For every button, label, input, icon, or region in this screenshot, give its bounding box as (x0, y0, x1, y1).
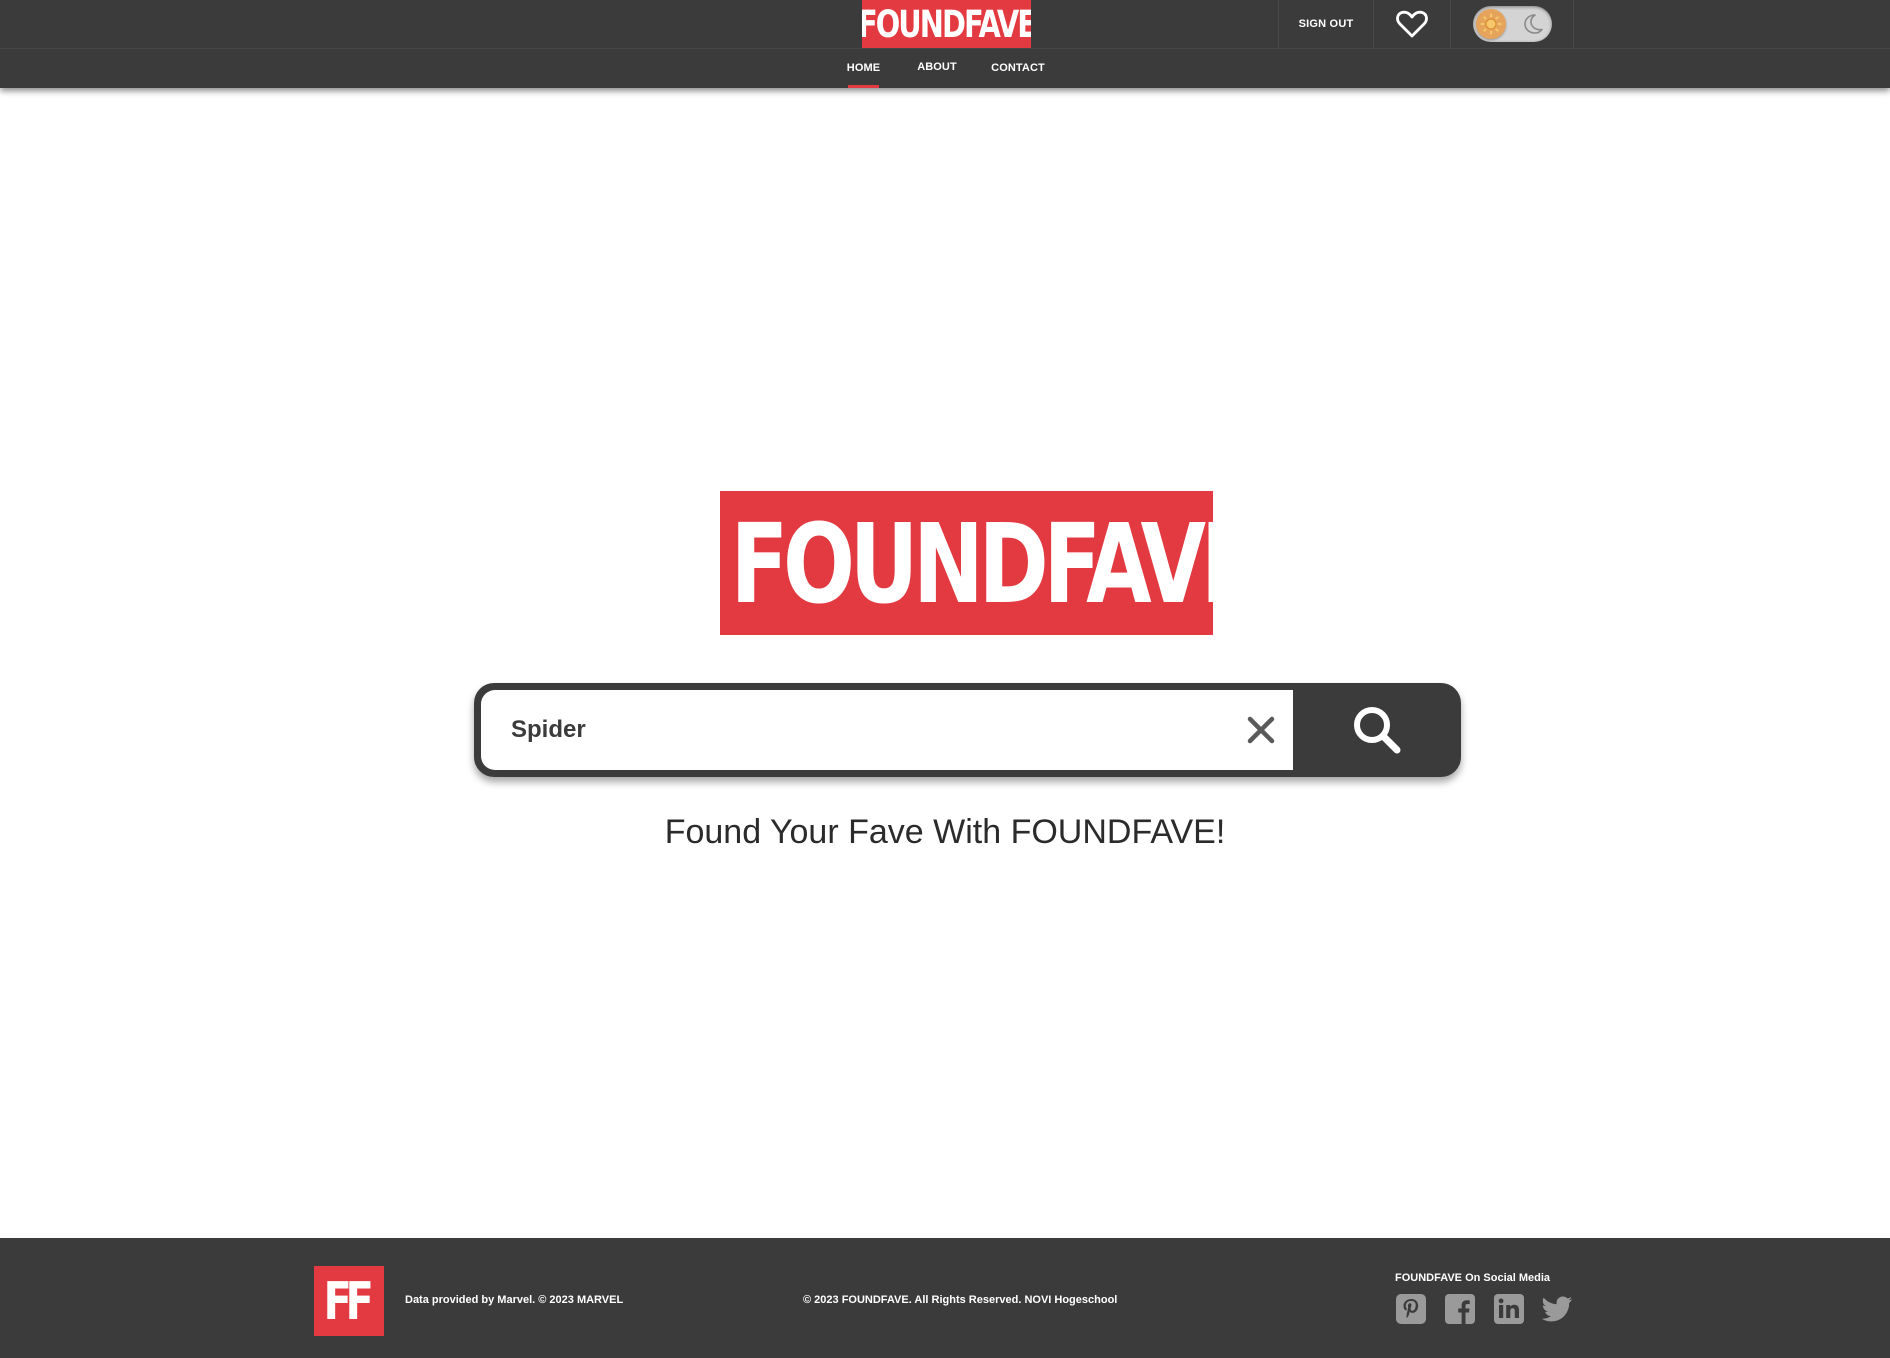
hero-logo: FOUNDFAVE (720, 491, 1213, 635)
facebook-link[interactable] (1443, 1292, 1476, 1325)
moon-icon (1524, 14, 1543, 34)
nav-item-home[interactable]: HOME (841, 62, 886, 74)
search-submit-button[interactable] (1293, 683, 1461, 777)
header-logo-text: FOUNDFAVE (862, 3, 1031, 46)
footer-logo[interactable]: FF (314, 1266, 384, 1336)
sign-out-button[interactable]: SIGN OUT (1278, 0, 1374, 48)
header-logo[interactable]: FOUNDFAVE (862, 0, 1031, 48)
search-field-container (481, 690, 1293, 770)
nav-item-contact[interactable]: CONTACT (988, 62, 1048, 74)
active-nav-indicator (848, 85, 879, 88)
twitter-icon (1541, 1295, 1573, 1321)
pinterest-icon (1395, 1293, 1426, 1324)
hero-logo-text: FOUNDFAVE (730, 500, 1213, 628)
linkedin-icon (1493, 1293, 1524, 1324)
toggle-knob (1476, 9, 1506, 39)
hero-tagline: Found Your Fave With FOUNDFAVE! (664, 813, 1226, 851)
header-separator (1573, 0, 1574, 48)
favorites-button[interactable] (1374, 0, 1450, 48)
header-separator (1450, 0, 1451, 48)
close-icon (1247, 716, 1275, 744)
clear-search-button[interactable] (1241, 710, 1281, 750)
site-footer: FF Data provided by Marvel. © 2023 MARVE… (0, 1238, 1890, 1358)
theme-toggle[interactable] (1473, 6, 1552, 42)
sun-icon (1480, 13, 1502, 35)
data-credit-text: Data provided by Marvel. © 2023 MARVEL (405, 1294, 624, 1306)
main-nav: HOME ABOUT CONTACT (0, 49, 1890, 88)
facebook-icon (1444, 1293, 1475, 1324)
search-bar (474, 683, 1461, 777)
social-title: FOUNDFAVE On Social Media (1395, 1272, 1551, 1284)
copyright-text: © 2023 FOUNDFAVE. All Rights Reserved. N… (803, 1294, 1118, 1306)
footer-logo-text: FF (323, 1272, 374, 1332)
twitter-link[interactable] (1541, 1292, 1574, 1325)
search-input[interactable] (511, 690, 1211, 770)
site-header: FOUNDFAVE SIGN OUT HOME ABOUT CONTACT (0, 0, 1890, 88)
linkedin-link[interactable] (1492, 1292, 1525, 1325)
search-icon (1354, 707, 1401, 754)
pinterest-link[interactable] (1394, 1292, 1427, 1325)
social-links (1394, 1292, 1574, 1325)
heart-icon (1396, 10, 1428, 38)
nav-item-about[interactable]: ABOUT (912, 61, 962, 73)
